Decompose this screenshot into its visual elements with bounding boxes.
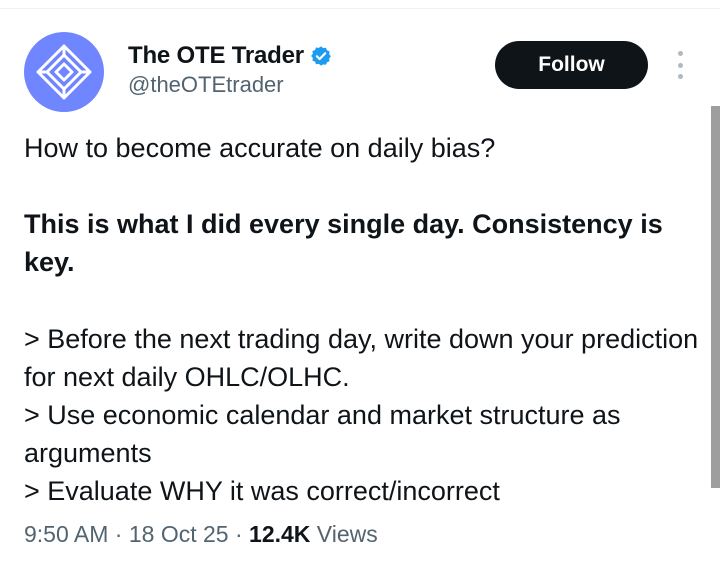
post-bullet-2: > Use economic calendar and market struc… — [24, 400, 621, 468]
follow-button[interactable]: Follow — [495, 41, 648, 89]
post-bullets: > Before the next trading day, write dow… — [24, 320, 704, 510]
author-handle[interactable]: @theOTEtrader — [128, 72, 284, 98]
meta-separator: · — [228, 521, 250, 547]
post-line-bold: This is what I did every single day. Con… — [24, 209, 663, 277]
scrollbar[interactable] — [711, 106, 720, 488]
top-divider — [0, 8, 720, 9]
ote-logo-icon — [36, 44, 92, 100]
dot — [677, 51, 683, 56]
views-count: 12.4K — [249, 521, 311, 547]
more-vertical-icon[interactable] — [671, 51, 689, 79]
meta-separator: · — [108, 521, 129, 547]
post-bullet-3: > Evaluate WHY it was correct/incorrect — [24, 476, 500, 506]
post-meta: 9:50 AM · 18 Oct 25 · 12.4K Views — [24, 521, 378, 548]
author-name[interactable]: The OTE Trader — [128, 42, 304, 70]
dot — [677, 62, 683, 68]
author-name-row[interactable]: The OTE Trader — [128, 42, 332, 70]
verified-badge-icon — [311, 46, 331, 66]
avatar[interactable] — [24, 32, 104, 112]
dot — [677, 74, 683, 79]
post-bullet-1: > Before the next trading day, write dow… — [24, 324, 699, 392]
views-label: Views — [310, 521, 378, 547]
post-line-question: How to become accurate on daily bias? — [24, 133, 496, 163]
post-date[interactable]: 18 Oct 25 — [129, 521, 229, 547]
post-time[interactable]: 9:50 AM — [24, 521, 108, 547]
